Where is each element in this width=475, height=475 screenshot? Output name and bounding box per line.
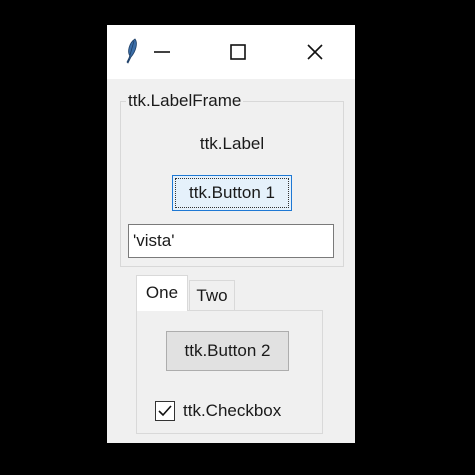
- minimize-button[interactable]: [147, 37, 177, 67]
- entry-field[interactable]: [128, 224, 334, 258]
- minimize-icon: [154, 51, 170, 53]
- close-icon: [307, 44, 323, 60]
- maximize-button[interactable]: [223, 37, 253, 67]
- title-bar[interactable]: [107, 25, 355, 79]
- button-1[interactable]: ttk.Button 1: [172, 175, 292, 211]
- checkbox-box[interactable]: [155, 401, 175, 421]
- feather-icon: [123, 37, 139, 65]
- checkbox-label: ttk.Checkbox: [183, 401, 282, 420]
- maximize-icon: [230, 44, 246, 60]
- checkmark-icon: [158, 405, 172, 417]
- tab-one[interactable]: One: [136, 275, 188, 311]
- button-1-label: ttk.Button 1: [175, 178, 289, 208]
- close-button[interactable]: [300, 37, 330, 67]
- ttk-label: ttk.Label: [199, 134, 265, 153]
- tab-two[interactable]: Two: [189, 280, 235, 310]
- app-window: ttk.LabelFrame ttk.Label ttk.Button 1 On…: [107, 25, 355, 443]
- label-frame-title: ttk.LabelFrame: [126, 90, 244, 112]
- button-2[interactable]: ttk.Button 2: [166, 331, 289, 371]
